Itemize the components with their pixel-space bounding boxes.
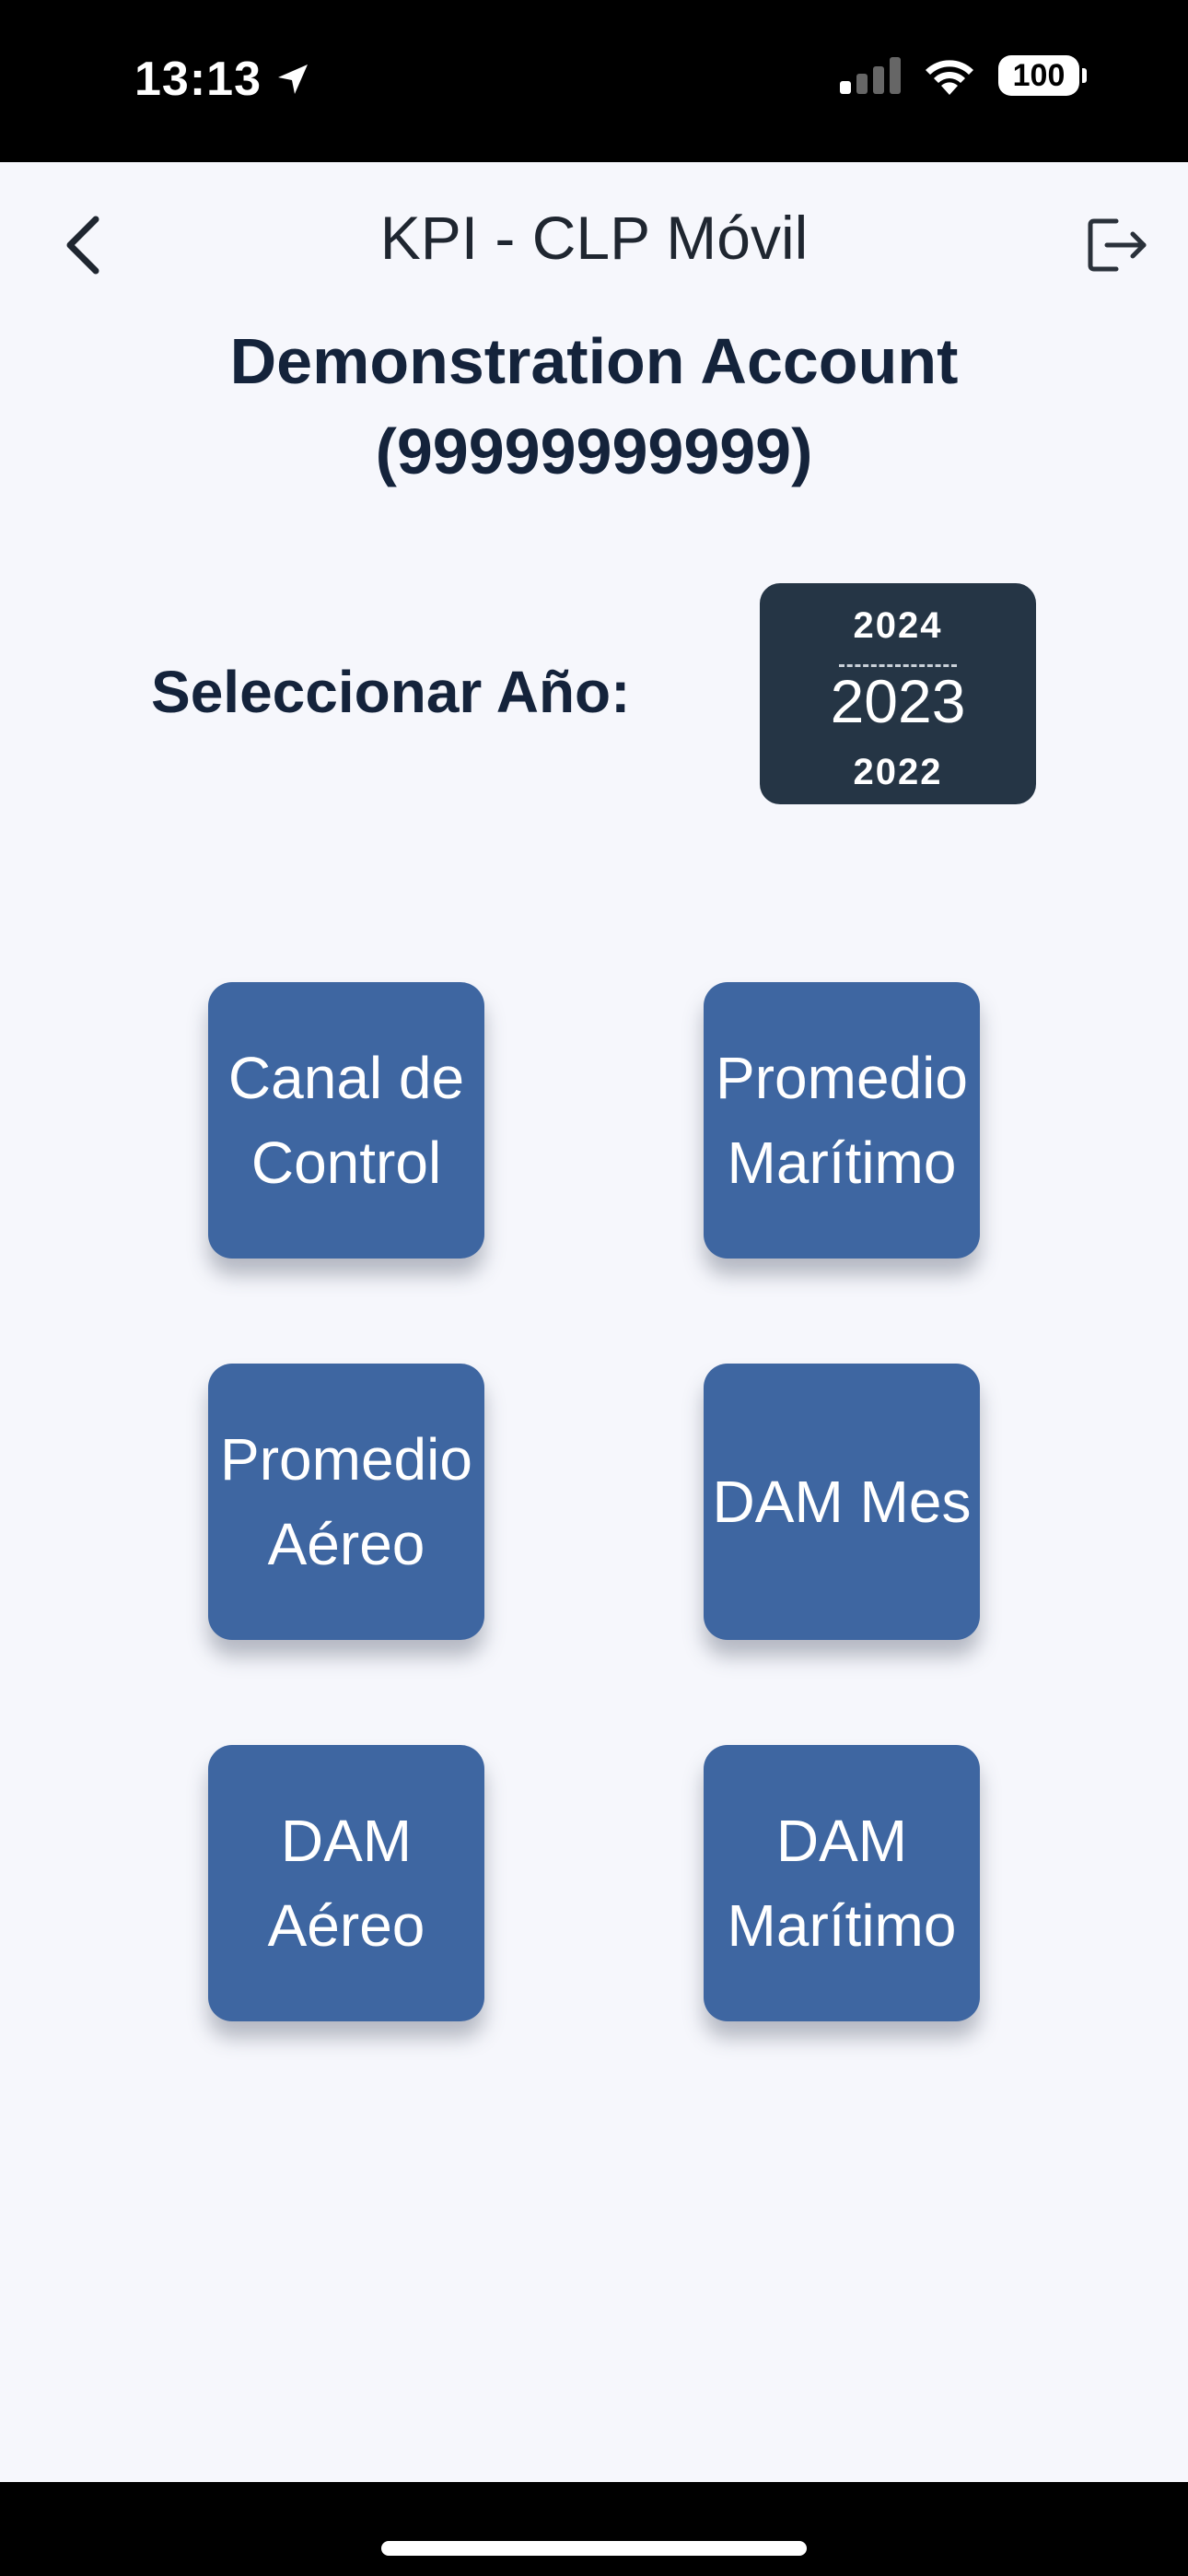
year-picker[interactable]: 2024 2023 2022 <box>760 583 1036 804</box>
home-indicator-area <box>0 2482 1188 2576</box>
navigation-bar: KPI - CLP Móvil <box>0 162 1188 319</box>
status-time: 13:13 <box>134 52 311 107</box>
canal-de-control-button[interactable]: Canal de Control <box>208 982 484 1259</box>
status-indicators: 100 <box>840 55 1087 96</box>
promedio-aereo-button[interactable]: Promedio Aéreo <box>208 1364 484 1640</box>
dam-maritimo-button[interactable]: DAM Marítimo <box>704 1745 980 2021</box>
cellular-signal-icon <box>840 57 901 94</box>
year-selector-label: Seleccionar Año: <box>151 659 631 725</box>
account-name: Demonstration Account <box>229 325 959 397</box>
page-title: KPI - CLP Móvil <box>379 204 809 272</box>
year-option-selected[interactable]: 2023 <box>760 666 1036 736</box>
logout-button[interactable] <box>1079 208 1153 282</box>
battery-nub <box>1082 68 1087 83</box>
dam-aereo-button[interactable]: DAM Aéreo <box>208 1745 484 2021</box>
battery-icon: 100 <box>998 55 1087 96</box>
year-option[interactable]: 2024 <box>760 605 1036 647</box>
status-time-text: 13:13 <box>134 53 262 106</box>
logout-icon <box>1088 218 1147 272</box>
status-bar: 13:13 100 <box>0 0 1188 162</box>
wifi-icon <box>926 60 973 95</box>
account-number: (99999999999) <box>375 416 813 487</box>
location-arrow-icon <box>278 64 308 94</box>
battery-level: 100 <box>998 55 1079 96</box>
dam-mes-button[interactable]: DAM Mes <box>704 1364 980 1640</box>
home-indicator[interactable] <box>381 2541 807 2556</box>
year-option[interactable]: 2022 <box>760 752 1036 793</box>
promedio-maritimo-button[interactable]: Promedio Marítimo <box>704 982 980 1259</box>
